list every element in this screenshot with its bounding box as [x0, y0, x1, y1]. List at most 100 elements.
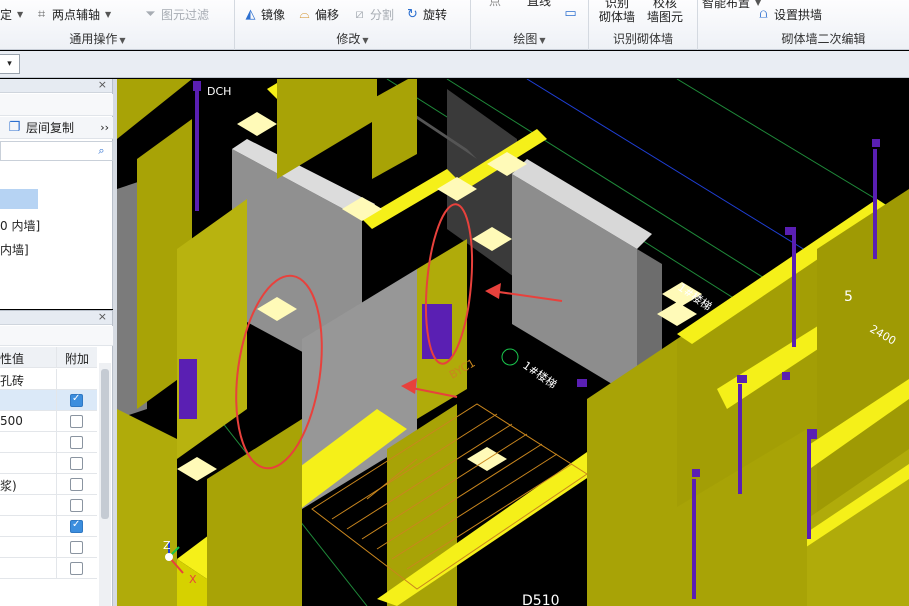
model-canvas[interactable]: DCH 1#楼梯 1#楼梯 BYC1 5 2400 D510 Z X	[117, 79, 909, 606]
arch-wall-icon: ⩍	[759, 7, 768, 22]
copy-between-floors-button[interactable]: 层间复制	[26, 119, 74, 136]
property-value[interactable]: 浆)	[0, 477, 56, 494]
more-icon[interactable]: ››	[100, 121, 109, 134]
property-row[interactable]	[0, 537, 97, 558]
attach-checkbox[interactable]	[70, 415, 83, 428]
property-row[interactable]	[0, 390, 97, 411]
property-attach-cell	[56, 516, 97, 536]
floor-combo-dropdown[interactable]: ▾	[0, 54, 20, 74]
panel-header: ×	[0, 78, 112, 93]
property-row[interactable]	[0, 558, 97, 579]
panel-header: ×	[0, 310, 112, 325]
property-value[interactable]: 500	[0, 414, 56, 428]
tree-item[interactable]: 内墙]	[0, 241, 29, 258]
mirror-button[interactable]: ◭ 镜像	[243, 6, 286, 23]
property-row[interactable]	[0, 432, 97, 453]
group-secondary-edit-title: 砌体墙二次编辑	[781, 32, 866, 46]
property-row[interactable]: 浆)	[0, 474, 97, 495]
chevron-down-icon: ▾	[7, 59, 12, 69]
label-stair-2: 1#楼梯	[520, 358, 559, 391]
label-dch: DCH	[207, 85, 231, 98]
red-arrow-head	[485, 283, 501, 299]
attach-checkbox[interactable]	[70, 499, 83, 512]
rectangle-icon: ▭	[564, 6, 577, 21]
copy-icon: ❐	[8, 120, 21, 135]
offset-label: 偏移	[315, 8, 340, 22]
two-point-axis-button[interactable]: ⌗ 两点辅轴 ▼	[34, 6, 111, 23]
axis-x-label: X	[189, 573, 197, 586]
smart-layout-label: 智能布置	[702, 0, 751, 10]
group-draw-label[interactable]: 绘图 ▼	[471, 30, 588, 47]
group-draw: 点 直线 ▭ 绘图 ▼	[471, 0, 589, 50]
axis-circle-marker	[501, 348, 519, 366]
label-d510: D510	[522, 593, 560, 606]
set-arch-wall-button[interactable]: ⩍ 设置拱墙	[756, 6, 822, 23]
rotate-button[interactable]: ↻ 旋转	[405, 6, 447, 23]
group-draw-title: 绘图	[513, 32, 538, 46]
property-attach-cell	[56, 369, 97, 389]
chevron-down-icon: ▼	[17, 10, 24, 19]
tree-item[interactable]: 0 内墙]	[0, 217, 40, 234]
vertical-scrollbar[interactable]	[99, 363, 111, 606]
identify-wall-button[interactable]: 识别 砌体墙	[599, 0, 635, 24]
label-grid-5: 5	[844, 289, 853, 305]
split-button[interactable]: ⧄ 分割	[352, 6, 394, 23]
close-icon[interactable]: ×	[98, 310, 107, 323]
check-wall-button[interactable]: 校核 墙图元	[647, 0, 683, 24]
offset-button[interactable]: ⌓ 偏移	[297, 6, 339, 23]
split-icon: ⧄	[355, 7, 364, 22]
chevron-down-icon: ▼	[119, 36, 126, 45]
property-row[interactable]	[0, 516, 97, 537]
property-value[interactable]: 孔砖	[0, 372, 56, 389]
selected-tree-item[interactable]	[0, 189, 38, 209]
property-attach-cell	[56, 411, 97, 431]
toolbar-strip: ▾	[0, 51, 909, 78]
col-value-header: 性值	[0, 352, 25, 366]
search-icon: ⌕	[98, 144, 105, 157]
attach-checkbox[interactable]	[70, 436, 83, 449]
ribbon-toolbar: 定 ▼ ⌗ 两点辅轴 ▼ ⏷ 图元过滤 通用操作 ▼ ◭ 镜像 ⌓ 偏移 ⧄ 分割 ↻…	[0, 0, 909, 50]
attach-checkbox[interactable]	[70, 478, 83, 491]
search-input[interactable]: ⌕	[0, 141, 113, 161]
property-row[interactable]	[0, 453, 97, 474]
rectangle-button[interactable]: ▭	[563, 6, 578, 21]
smart-layout-button[interactable]: 智能布置 ▼	[702, 0, 761, 11]
property-attach-cell	[56, 495, 97, 515]
point-button[interactable]: 点	[489, 0, 501, 8]
3d-viewport[interactable]: DCH 1#楼梯 1#楼梯 BYC1 5 2400 D510 Z X	[117, 79, 909, 606]
scrollbar-thumb[interactable]	[101, 369, 109, 519]
group-identify-label: 识别砌体墙	[589, 30, 697, 47]
attach-checkbox[interactable]	[70, 562, 83, 575]
check-wall-line1: 校核	[653, 0, 678, 10]
point-label: 点	[489, 0, 502, 8]
property-row[interactable]: 500	[0, 411, 97, 432]
check-wall-line2: 墙图元	[647, 10, 684, 24]
rotate-label: 旋转	[423, 8, 448, 22]
property-row[interactable]	[0, 495, 97, 516]
component-list-panel: × ❐ 层间复制 ›› ⌕ 0 内墙] 内墙]	[0, 78, 113, 309]
close-icon[interactable]: ×	[98, 78, 107, 91]
property-attach-cell	[56, 390, 97, 410]
copy-between-floors-row: ❐ 层间复制 ››	[0, 117, 113, 139]
mirror-label: 镜像	[261, 8, 286, 22]
group-general-label[interactable]: 通用操作 ▼	[0, 30, 195, 47]
line-button[interactable]: 直线	[527, 0, 551, 8]
identify-wall-line2: 砌体墙	[599, 10, 636, 24]
attach-checkbox[interactable]	[70, 457, 83, 470]
property-attach-cell	[56, 432, 97, 452]
attach-checkbox[interactable]	[70, 393, 83, 407]
chevron-down-icon: ▼	[105, 10, 112, 19]
property-attach-cell	[56, 474, 97, 494]
attach-checkbox[interactable]	[70, 519, 83, 533]
split-label: 分割	[370, 8, 395, 22]
group-modify-label[interactable]: 修改 ▼	[235, 30, 470, 47]
group-general: 定 ▼ ⌗ 两点辅轴 ▼ ⏷ 图元过滤 通用操作 ▼	[0, 0, 235, 50]
col-attach-header: 附加	[56, 347, 97, 367]
settings-dropdown[interactable]: 定 ▼	[0, 6, 23, 23]
property-row[interactable]: 孔砖	[0, 369, 97, 390]
attach-checkbox[interactable]	[70, 541, 83, 554]
element-filter-button[interactable]: ⏷ 图元过滤	[143, 6, 209, 23]
property-attach-cell	[56, 558, 97, 578]
chevron-down-icon: ▼	[362, 36, 369, 45]
group-secondary-edit: 智能布置 ▼ ⩍ 设置拱墙 砌体墙二次编辑	[698, 0, 909, 50]
